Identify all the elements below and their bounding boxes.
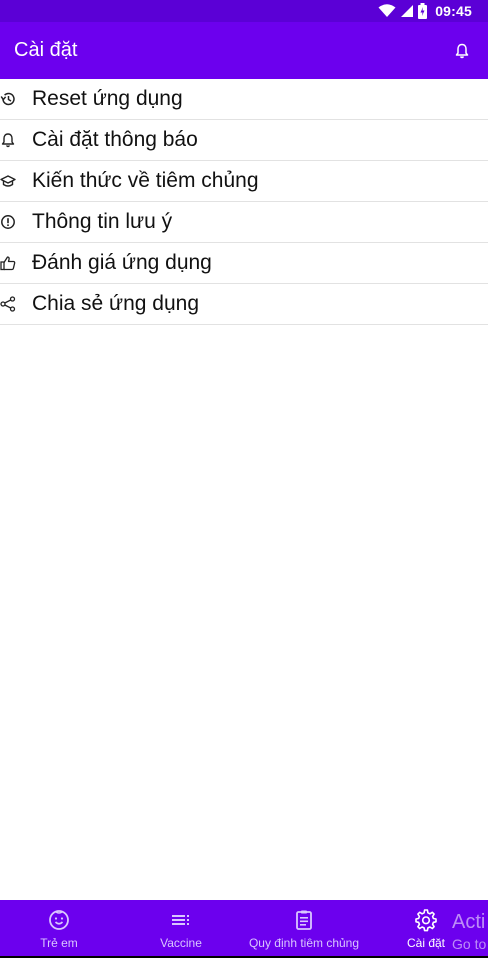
clipboard-icon xyxy=(296,910,312,930)
settings-item-vaccination-knowledge[interactable]: Kiến thức về tiêm chủng xyxy=(0,161,488,202)
watermark-line-2: Go to xyxy=(452,936,487,952)
signal-icon xyxy=(401,5,414,17)
tab-vaccine[interactable]: Vaccine xyxy=(122,900,240,956)
bell-icon[interactable] xyxy=(455,43,469,59)
tab-settings[interactable]: Cài đặt xyxy=(398,900,454,956)
bottom-navigation: Trẻ em Vaccine Quy định tiêm chủng Cài đ… xyxy=(0,900,488,956)
wifi-icon xyxy=(378,4,396,17)
battery-icon xyxy=(418,3,428,19)
watermark-line-1: Acti xyxy=(452,911,486,933)
thumbs-up-icon xyxy=(0,256,16,271)
tab-label: Trẻ em xyxy=(40,936,78,950)
status-time: 09:45 xyxy=(435,3,472,19)
tab-label: Vaccine xyxy=(160,936,202,950)
app-bar: Cài đặt xyxy=(0,22,488,79)
tab-label: Quy định tiêm chủng xyxy=(248,936,360,950)
settings-item-reset[interactable]: Reset ứng dụng xyxy=(0,79,488,120)
settings-item-label: Đánh giá ứng dụng xyxy=(32,251,212,274)
settings-item-label: Cài đặt thông báo xyxy=(32,128,198,151)
list-icon xyxy=(172,915,189,925)
bell-icon xyxy=(1,133,15,148)
settings-item-label: Chia sẻ ứng dụng xyxy=(32,292,200,315)
page-title: Cài đặt xyxy=(14,39,78,61)
alert-circle-icon xyxy=(1,215,15,229)
settings-item-label: Kiến thức về tiêm chủng xyxy=(32,169,259,192)
settings-item-notes[interactable]: Thông tin lưu ý xyxy=(0,202,488,243)
tab-vaccination-rules[interactable]: Quy định tiêm chủng xyxy=(240,900,368,956)
history-icon xyxy=(0,92,15,106)
settings-item-label: Reset ứng dụng xyxy=(32,87,183,110)
settings-item-share-app[interactable]: Chia sẻ ứng dụng xyxy=(0,284,488,325)
status-icons: 09:45 xyxy=(378,2,472,20)
graduation-cap-icon xyxy=(0,175,16,187)
settings-item-rate-app[interactable]: Đánh giá ứng dụng xyxy=(0,243,488,284)
settings-item-label: Thông tin lưu ý xyxy=(32,210,173,233)
status-bar: 09:45 xyxy=(0,0,488,22)
tab-children[interactable]: Trẻ em xyxy=(0,900,118,956)
settings-item-notifications[interactable]: Cài đặt thông báo xyxy=(0,120,488,161)
settings-list: Reset ứng dụng Cài đặt thông báo Kiến th… xyxy=(0,79,488,325)
child-face-icon xyxy=(49,910,69,930)
share-icon xyxy=(0,296,16,312)
tab-label: Cài đặt xyxy=(406,936,446,950)
gear-icon xyxy=(415,909,437,932)
